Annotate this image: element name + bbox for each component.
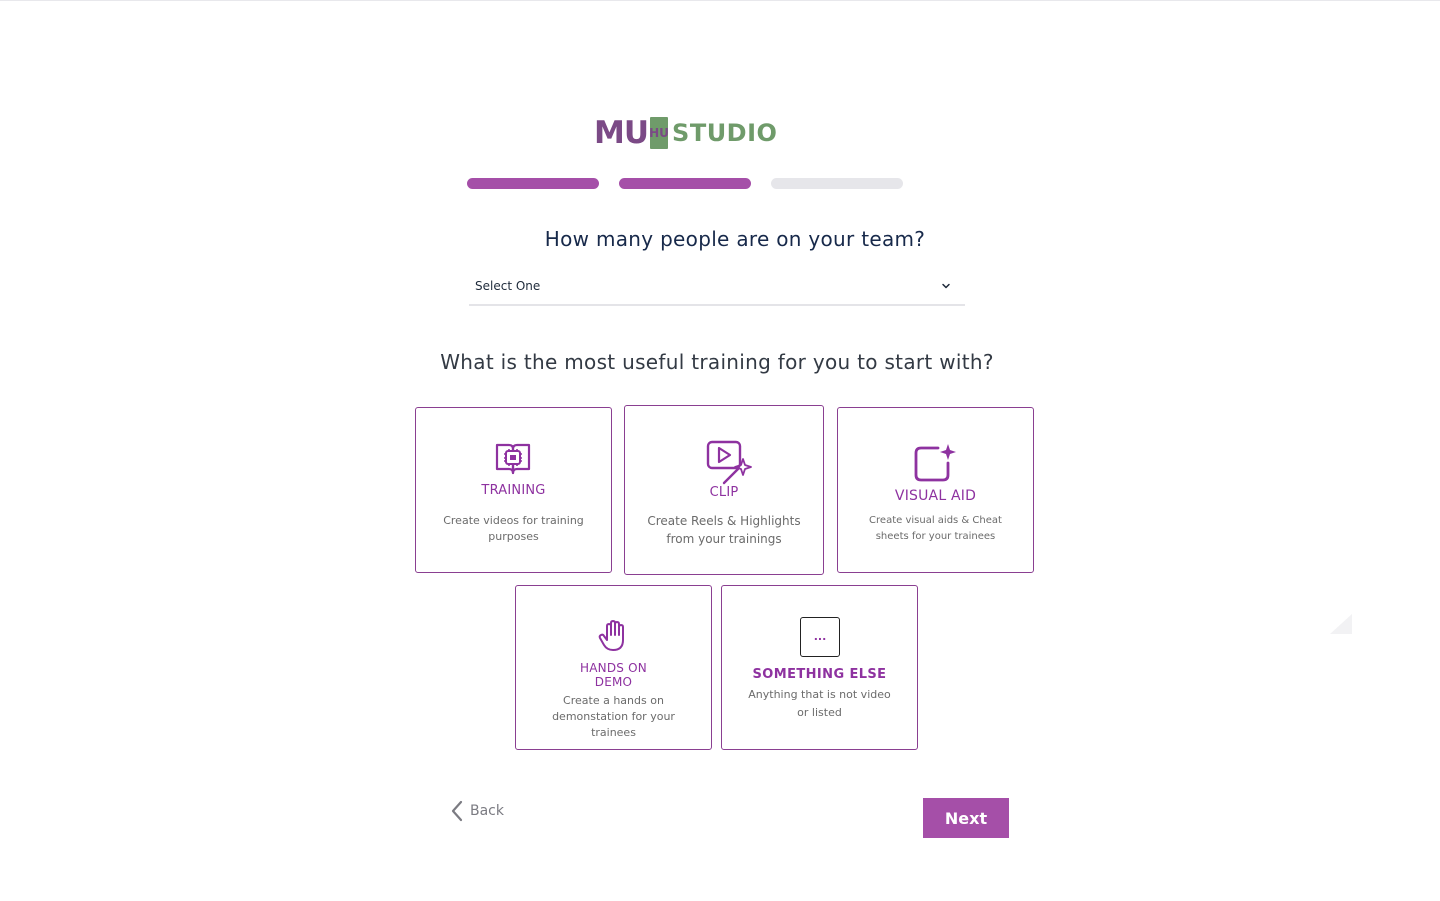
logo-hu-text: HU <box>649 125 669 140</box>
progress-step-3 <box>771 178 903 189</box>
hand-icon <box>598 620 624 651</box>
progress-step-1 <box>467 178 599 189</box>
chevron-left-icon <box>451 800 463 822</box>
team-size-select[interactable]: Select One <box>469 268 965 306</box>
option-desc-hands-on-demo: Create a hands on demonstation for your … <box>552 694 675 739</box>
option-title-training: TRAINING <box>481 483 546 498</box>
logo-studio-text: STUDIO <box>672 119 778 147</box>
option-desc-something-else: Anything that is not video or listed <box>748 688 891 719</box>
option-card-visual-aid[interactable]: VISUAL AID Create visual aids & Cheat sh… <box>837 407 1034 573</box>
top-divider <box>0 0 1440 1</box>
option-card-hands-on-demo[interactable]: HANDS ON DEMO Create a hands on demonsta… <box>515 585 712 750</box>
team-size-select-value: Select One <box>475 279 541 293</box>
team-size-question: How many people are on your team? <box>544 227 926 251</box>
option-title-something-else: SOMETHING ELSE <box>752 667 887 682</box>
option-card-something-else[interactable]: ... SOMETHING ELSE Anything that is not … <box>721 585 918 750</box>
option-title-visual-aid: VISUAL AID <box>894 488 977 504</box>
option-title-hands-on-demo: HANDS ON DEMO <box>516 661 711 689</box>
option-title-clip: CLIP <box>709 485 739 500</box>
logo-mu-text: MU <box>594 115 649 151</box>
back-label: Back <box>470 803 504 819</box>
chevron-down-icon <box>942 283 950 289</box>
progress-step-2 <box>619 178 751 189</box>
option-desc-training: Create videos for training purposes <box>443 514 584 543</box>
option-title-hands-on-demo-line2: DEMO <box>594 675 633 689</box>
decorative-corner-mark <box>1330 614 1352 634</box>
option-card-clip[interactable]: CLIP Create Reels & Highlights from your… <box>624 405 824 575</box>
square-sparkle-icon <box>914 444 956 482</box>
option-card-training[interactable]: TRAINING Create videos for training purp… <box>415 407 612 573</box>
logo-hu-badge: HU <box>649 117 669 149</box>
ellipsis-text: ... <box>813 630 827 643</box>
option-desc-visual-aid: Create visual aids & Cheat sheets for yo… <box>869 515 1002 542</box>
next-button[interactable]: Next <box>923 798 1009 838</box>
mu-studio-logo: MU HU STUDIO <box>594 115 777 151</box>
option-desc-clip: Create Reels & Highlights from your trai… <box>647 514 801 546</box>
video-sparkle-icon <box>706 440 752 485</box>
option-title-hands-on-demo-line1: HANDS ON <box>580 661 647 675</box>
ellipsis-box-icon: ... <box>800 617 840 657</box>
book-chip-icon <box>495 443 531 475</box>
back-button[interactable]: Back <box>450 800 504 822</box>
training-question: What is the most useful training for you… <box>440 350 994 374</box>
